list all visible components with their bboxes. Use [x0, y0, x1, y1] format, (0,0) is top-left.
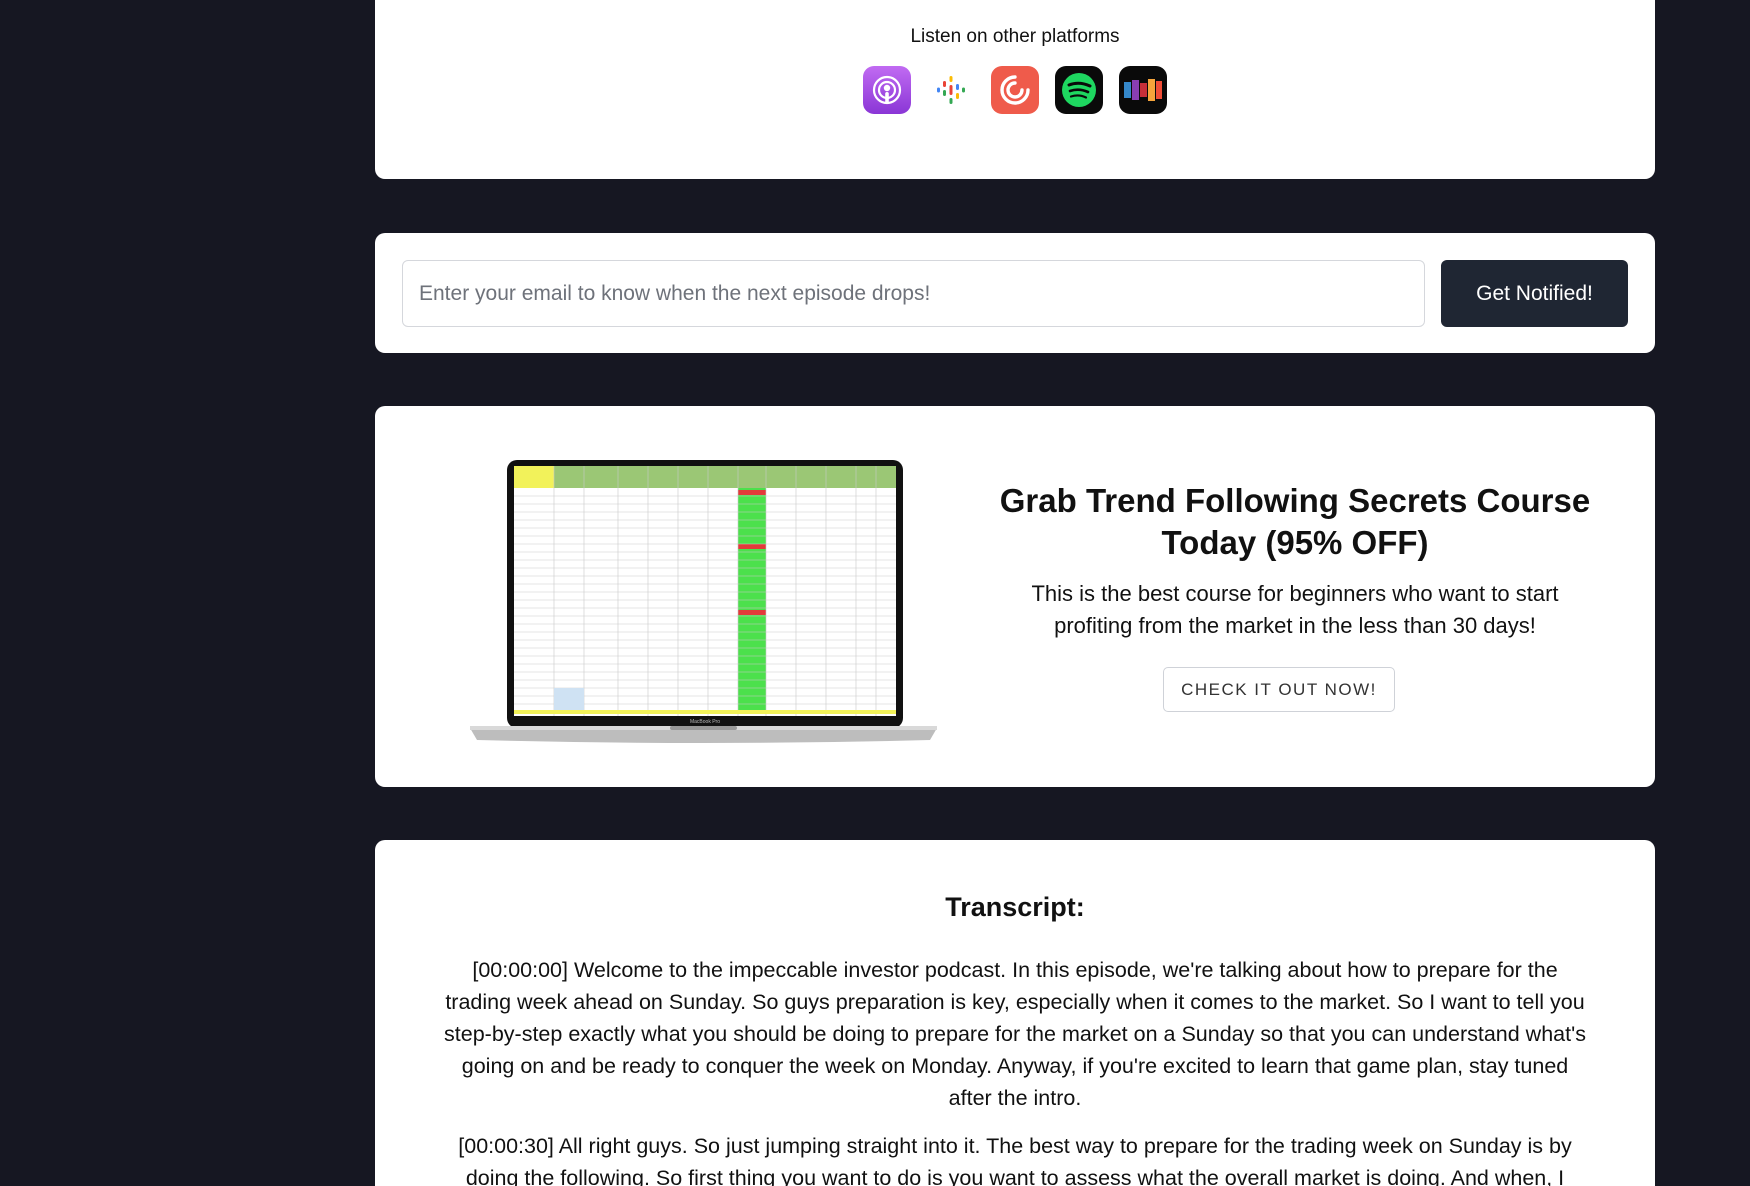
get-notified-button[interactable]: Get Notified!: [1441, 260, 1628, 327]
course-description: This is the best course for beginners wh…: [1031, 581, 1559, 638]
pocket-casts-icon[interactable]: [991, 66, 1039, 114]
transcript-body: [00:00:00] Welcome to the impeccable inv…: [438, 954, 1592, 1186]
transcript-paragraph: [00:00:30] All right guys. So just jumpi…: [458, 1134, 1572, 1186]
transcript-paragraph: [00:00:00] Welcome to the impeccable inv…: [444, 958, 1586, 1110]
apple-podcasts-icon[interactable]: [863, 66, 911, 114]
transcript-heading: Transcript:: [945, 892, 1085, 922]
platforms-card: Listen on other platforms: [375, 0, 1655, 179]
email-input[interactable]: [402, 260, 1425, 327]
platforms-heading: Listen on other platforms: [910, 26, 1120, 47]
course-title: Grab Trend Following Secrets Course Toda…: [999, 482, 1591, 561]
platform-icons-row: [375, 66, 1655, 114]
google-podcasts-icon[interactable]: [927, 66, 975, 114]
spotify-icon[interactable]: [1055, 66, 1103, 114]
course-promo-card: MacBook Pro Grab Trend Following Secrets…: [375, 406, 1655, 787]
subscribe-card: Get Notified!: [375, 233, 1655, 353]
stitcher-icon[interactable]: [1119, 66, 1167, 114]
check-it-out-button[interactable]: CHECK IT OUT NOW!: [1163, 667, 1395, 712]
transcript-card: Transcript: [00:00:00] Welcome to the im…: [375, 840, 1655, 1186]
laptop-caption: MacBook Pro: [690, 719, 720, 725]
laptop-spreadsheet-image: MacBook Pro: [470, 460, 937, 744]
